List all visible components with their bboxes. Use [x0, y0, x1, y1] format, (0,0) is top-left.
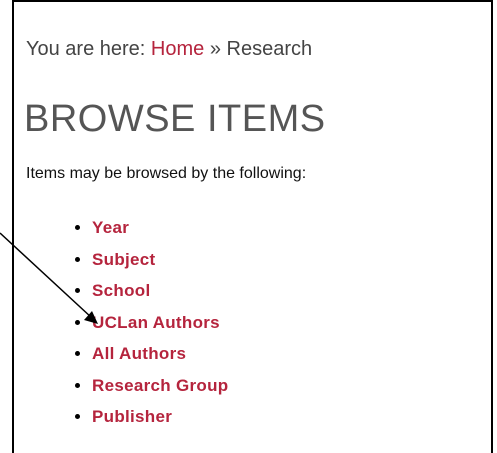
- browse-research-group-link[interactable]: Research Group: [92, 376, 228, 395]
- breadcrumb-home-link[interactable]: Home: [151, 38, 204, 60]
- breadcrumb: You are here: Home » Research: [26, 38, 312, 61]
- browse-publisher-link[interactable]: Publisher: [92, 407, 172, 426]
- breadcrumb-separator: »: [209, 38, 221, 60]
- list-item: Publisher: [92, 401, 228, 433]
- breadcrumb-prefix: You are here:: [26, 38, 146, 60]
- breadcrumb-current: Research: [226, 38, 313, 60]
- browse-intro-text: Items may be browsed by the following:: [26, 165, 307, 182]
- list-item: Year: [92, 212, 228, 244]
- list-item: All Authors: [92, 338, 228, 370]
- list-item: School: [92, 275, 228, 307]
- browse-options-list: Year Subject School UCLan Authors All Au…: [72, 212, 228, 433]
- browse-school-link[interactable]: School: [92, 281, 150, 300]
- list-item: Subject: [92, 244, 228, 276]
- browse-uclan-authors-link[interactable]: UCLan Authors: [92, 313, 220, 332]
- list-item: UCLan Authors: [92, 307, 228, 339]
- browse-all-authors-link[interactable]: All Authors: [92, 344, 186, 363]
- browse-year-link[interactable]: Year: [92, 218, 129, 237]
- page-title: BROWSE ITEMS: [24, 98, 326, 140]
- browse-subject-link[interactable]: Subject: [92, 250, 156, 269]
- list-item: Research Group: [92, 370, 228, 402]
